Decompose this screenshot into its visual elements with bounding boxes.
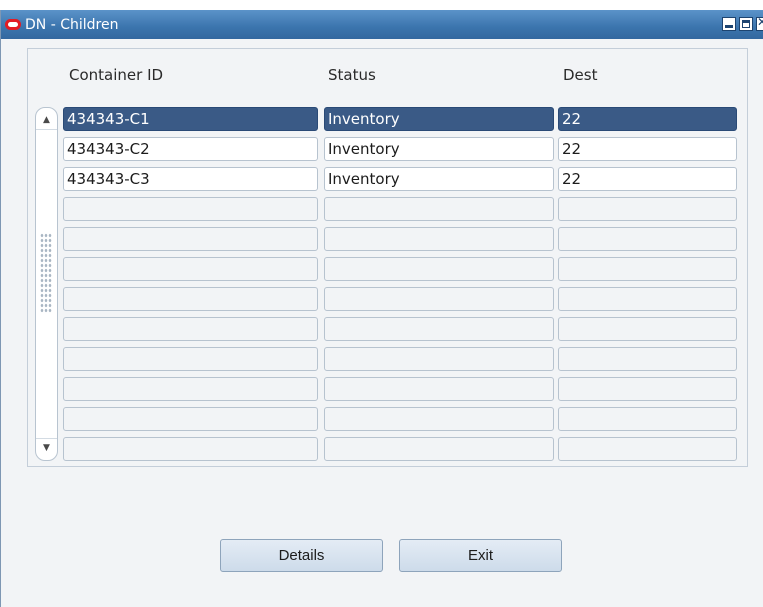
cell-status[interactable] [324, 317, 554, 341]
cell-status[interactable]: Inventory [324, 167, 554, 191]
column-header-dest: Dest [563, 66, 598, 84]
cell-container-id[interactable]: 434343-C3 [63, 167, 318, 191]
cell-dest[interactable] [558, 287, 737, 311]
cell-container-id[interactable] [63, 287, 318, 311]
cell-container-id[interactable] [63, 437, 318, 461]
cell-container-id[interactable] [63, 257, 318, 281]
cell-dest[interactable]: 22 [558, 107, 737, 131]
cell-dest[interactable] [558, 317, 737, 341]
cell-status[interactable]: Inventory [324, 137, 554, 161]
vertical-scrollbar[interactable]: ▲ ▼ [35, 107, 58, 461]
cell-container-id[interactable] [63, 377, 318, 401]
maximize-icon[interactable] [739, 17, 753, 31]
cell-status[interactable] [324, 347, 554, 371]
cell-status[interactable] [324, 197, 554, 221]
cell-dest[interactable] [558, 437, 737, 461]
cell-status[interactable] [324, 407, 554, 431]
cell-container-id[interactable] [63, 197, 318, 221]
cell-status[interactable] [324, 227, 554, 251]
scroll-down-arrow-icon[interactable]: ▼ [36, 438, 57, 457]
cell-dest[interactable] [558, 197, 737, 221]
details-button[interactable]: Details [220, 539, 383, 572]
cell-container-id[interactable] [63, 317, 318, 341]
title-bar[interactable]: DN - Children [1, 10, 763, 39]
cell-dest[interactable] [558, 227, 737, 251]
column-header-container-id: Container ID [69, 66, 164, 84]
cell-dest[interactable]: 22 [558, 137, 737, 161]
scroll-up-arrow-icon[interactable]: ▲ [36, 111, 57, 130]
cell-dest[interactable] [558, 257, 737, 281]
cell-status[interactable] [324, 437, 554, 461]
exit-button[interactable]: Exit [399, 539, 562, 572]
cell-status[interactable]: Inventory [324, 107, 554, 131]
cell-status[interactable] [324, 257, 554, 281]
cell-dest[interactable]: 22 [558, 167, 737, 191]
cell-dest[interactable] [558, 377, 737, 401]
cell-container-id[interactable] [63, 227, 318, 251]
cell-container-id[interactable] [63, 407, 318, 431]
cell-container-id[interactable]: 434343-C2 [63, 137, 318, 161]
cell-dest[interactable] [558, 407, 737, 431]
column-header-status: Status [328, 66, 376, 84]
cell-container-id[interactable]: 434343-C1 [63, 107, 318, 131]
cell-container-id[interactable] [63, 347, 318, 371]
oracle-logo-icon [5, 19, 21, 30]
scroll-grip-icon[interactable] [40, 233, 52, 313]
cell-status[interactable] [324, 377, 554, 401]
cell-status[interactable] [324, 287, 554, 311]
window-title: DN - Children [25, 16, 119, 33]
close-icon[interactable] [756, 17, 763, 31]
minimize-icon[interactable] [722, 17, 736, 31]
window-controls [722, 17, 763, 31]
cell-dest[interactable] [558, 347, 737, 371]
